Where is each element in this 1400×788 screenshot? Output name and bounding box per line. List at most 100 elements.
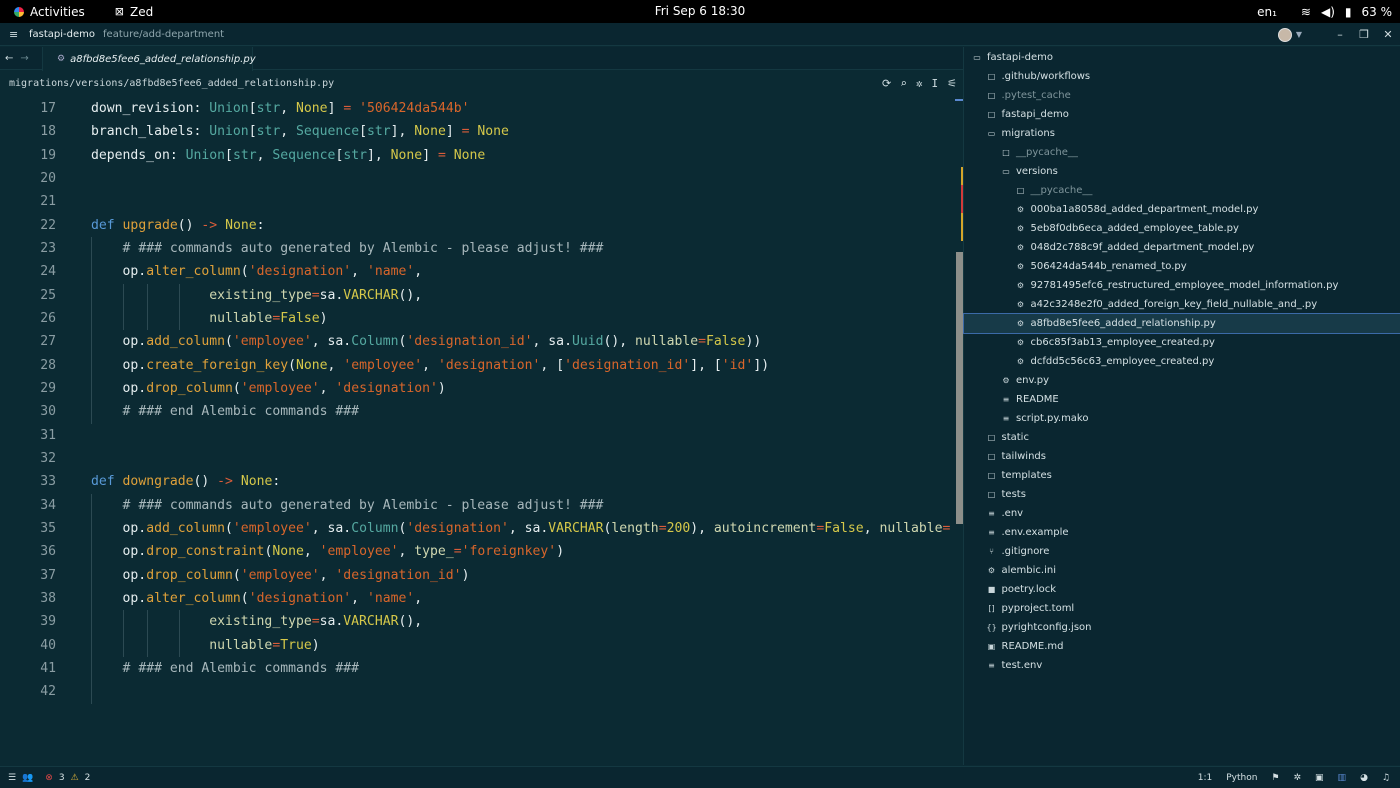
- collaborators-icon[interactable]: 👥: [22, 773, 33, 783]
- project-item[interactable]: □ templates: [964, 466, 1400, 485]
- activities-button[interactable]: Activities: [30, 5, 85, 19]
- project-item[interactable]: ⚙ 000ba1a8058d_added_department_model.py: [964, 200, 1400, 219]
- code-text[interactable]: def upgrade() -> None:: [91, 214, 265, 237]
- vim-mode-icon[interactable]: ⚑: [1271, 773, 1279, 783]
- project-item[interactable]: ≡ README: [964, 390, 1400, 409]
- code-line[interactable]: 28 op.create_foreign_key(None, 'employee…: [0, 353, 955, 377]
- line-number[interactable]: 42: [0, 680, 56, 703]
- project-item[interactable]: □ __pycache__: [964, 181, 1400, 200]
- project-item[interactable]: □ fastapi_demo: [964, 105, 1400, 124]
- code-line[interactable]: 35 op.add_column('employee', sa.Column('…: [0, 516, 955, 541]
- language-selector[interactable]: Python: [1226, 773, 1257, 783]
- line-number[interactable]: 18: [0, 120, 56, 143]
- project-item[interactable]: □ __pycache__: [964, 143, 1400, 162]
- tab-active-file[interactable]: ⚙ a8fbd8e5fee6_added_relationship.py: [42, 47, 256, 71]
- line-number[interactable]: 36: [0, 540, 56, 563]
- project-item[interactable]: ≡ .env.example: [964, 523, 1400, 542]
- project-item[interactable]: □ tests: [964, 485, 1400, 504]
- code-line[interactable]: 36 op.drop_constraint(None, 'employee', …: [0, 540, 955, 564]
- code-line[interactable]: 37 op.drop_column('employee', 'designati…: [0, 563, 955, 587]
- cursor-position[interactable]: 1:1: [1198, 773, 1212, 783]
- project-item[interactable]: ⚙ env.py: [964, 371, 1400, 390]
- line-number[interactable]: 34: [0, 494, 56, 517]
- code-text[interactable]: op.alter_column('designation', 'name',: [91, 260, 423, 283]
- code-text[interactable]: existing_type=sa.VARCHAR(),: [91, 284, 422, 307]
- line-number[interactable]: 21: [0, 190, 56, 213]
- user-avatar[interactable]: [1277, 27, 1292, 42]
- code-text[interactable]: op.add_column('employee', sa.Column('des…: [91, 330, 762, 353]
- code-line[interactable]: 24 op.alter_column('designation', 'name'…: [0, 260, 955, 284]
- code-line[interactable]: 42: [0, 680, 955, 704]
- line-number[interactable]: 37: [0, 564, 56, 587]
- error-count[interactable]: 3: [59, 773, 65, 783]
- line-number[interactable]: 26: [0, 307, 56, 330]
- application-menu-icon[interactable]: ≡: [9, 28, 21, 41]
- line-number[interactable]: 38: [0, 587, 56, 610]
- code-line[interactable]: 38 op.alter_column('designation', 'name'…: [0, 586, 955, 611]
- line-number[interactable]: 19: [0, 144, 56, 167]
- code-text[interactable]: branch_labels: Union[str, Sequence[str],…: [91, 120, 509, 143]
- code-text[interactable]: nullable=True): [91, 634, 319, 657]
- line-number[interactable]: 35: [0, 517, 56, 540]
- line-number[interactable]: 41: [0, 657, 56, 680]
- code-line[interactable]: 17 down_revision: Union[str, None] = '506…: [0, 97, 955, 120]
- project-panel-toggle-icon[interactable]: ▥: [1338, 773, 1347, 783]
- chat-icon[interactable]: ◕: [1360, 773, 1368, 783]
- project-item[interactable]: ⚙ a8fbd8e5fee6_added_relationship.py: [963, 313, 1400, 334]
- code-line[interactable]: 27 op.add_column('employee', sa.Column('…: [0, 330, 955, 354]
- code-line[interactable]: 31: [0, 424, 955, 447]
- line-number[interactable]: 31: [0, 424, 56, 447]
- project-item[interactable]: ⚙ alembic.ini: [964, 561, 1400, 580]
- project-item[interactable]: □ .github/workflows: [964, 67, 1400, 86]
- project-item[interactable]: ■ poetry.lock: [964, 580, 1400, 599]
- text-cursor-icon[interactable]: Ι: [932, 77, 939, 90]
- code-line[interactable]: 40 nullable=True): [0, 633, 955, 657]
- project-item[interactable]: ⚙ 92781495efc6_restructured_employee_mode…: [964, 276, 1400, 295]
- project-item[interactable]: ≡ script.py.mako: [964, 409, 1400, 428]
- minimize-icon[interactable]: –: [1328, 28, 1352, 41]
- line-number[interactable]: 33: [0, 470, 56, 493]
- code-line[interactable]: 39 existing_type=sa.VARCHAR(),: [0, 610, 955, 634]
- battery-level[interactable]: 63 %: [1362, 5, 1393, 19]
- project-item[interactable]: ▭ migrations: [964, 124, 1400, 143]
- assistant-icon[interactable]: ✲: [1293, 773, 1301, 783]
- code-line[interactable]: 23 # ### commands auto generated by Alem…: [0, 236, 955, 261]
- line-number[interactable]: 29: [0, 377, 56, 400]
- warning-icon[interactable]: ⚠: [71, 773, 79, 783]
- wifi-icon[interactable]: ≋: [1301, 5, 1311, 19]
- chevron-down-icon[interactable]: ▼: [1296, 30, 1302, 39]
- code-line[interactable]: 26 nullable=False): [0, 306, 955, 331]
- code-text[interactable]: existing_type=sa.VARCHAR(),: [91, 610, 422, 633]
- notifications-bell-icon[interactable]: ♫: [1382, 773, 1390, 783]
- code-line[interactable]: 21: [0, 190, 955, 213]
- code-line[interactable]: 29 op.drop_column('employee', 'designati…: [0, 376, 955, 401]
- project-item[interactable]: □ static: [964, 428, 1400, 447]
- breadcrumb-path[interactable]: migrations/versions/a8fbd8e5fee6_added_r…: [9, 78, 334, 89]
- code-text[interactable]: op.add_column('employee', sa.Column('des…: [91, 517, 951, 540]
- error-icon[interactable]: ⊗: [45, 773, 53, 783]
- code-line[interactable]: 41 # ### end Alembic commands ###: [0, 656, 955, 681]
- git-branch[interactable]: feature/add-department: [103, 29, 224, 40]
- project-item[interactable]: ⚙ 048d2c788c9f_added_department_model.py: [964, 238, 1400, 257]
- project-item[interactable]: ⚙ 5eb8f0db6eca_added_employee_table.py: [964, 219, 1400, 238]
- project-item[interactable]: ⚙ dcfdd5c56c63_employee_created.py: [964, 352, 1400, 371]
- forward-arrow-icon[interactable]: →: [20, 53, 28, 64]
- code-line[interactable]: 25 existing_type=sa.VARCHAR(),: [0, 283, 955, 307]
- line-number[interactable]: 27: [0, 330, 56, 353]
- code-line[interactable]: 32: [0, 447, 955, 470]
- project-item[interactable]: □ .pytest_cache: [964, 86, 1400, 105]
- line-number[interactable]: 40: [0, 634, 56, 657]
- project-item[interactable]: ≡ test.env: [964, 656, 1400, 675]
- code-line[interactable]: 19 depends_on: Union[str, Sequence[str], …: [0, 144, 955, 167]
- app-name[interactable]: Zed: [130, 5, 153, 19]
- line-number[interactable]: 39: [0, 610, 56, 633]
- clock[interactable]: Fri Sep 6 18:30: [0, 0, 1400, 23]
- code-text[interactable]: nullable=False): [91, 307, 327, 330]
- project-item[interactable]: {} pyrightconfig.json: [964, 618, 1400, 637]
- settings-sliders-icon[interactable]: ⚟: [947, 77, 957, 90]
- code-line[interactable]: 22 def upgrade() -> None:: [0, 214, 955, 237]
- project-item[interactable]: ▭ fastapi-demo: [964, 48, 1400, 67]
- code-line[interactable]: 18 branch_labels: Union[str, Sequence[str…: [0, 120, 955, 143]
- code-line[interactable]: 20: [0, 167, 955, 190]
- refresh-icon[interactable]: ⟳: [882, 77, 891, 90]
